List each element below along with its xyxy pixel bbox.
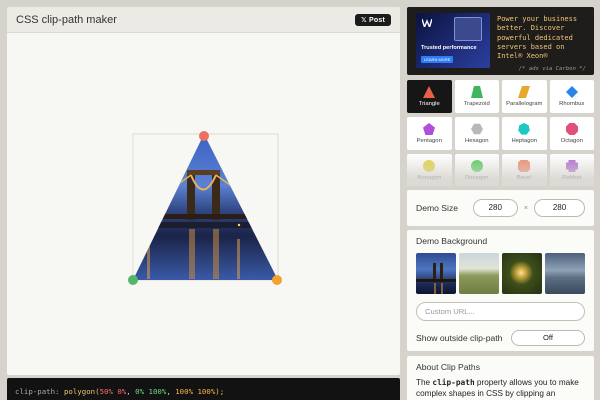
show-outside-label: Show outside clip-path: [416, 333, 503, 343]
shape-parallelogram-button[interactable]: Parallelogram: [502, 80, 547, 113]
shape-hexagon-button[interactable]: Hexagon: [454, 117, 499, 150]
bridge-thumb-art: [416, 263, 456, 294]
demo-size-panel: Demo Size 280 × 280: [407, 190, 594, 226]
code-function: polygon(: [63, 387, 100, 396]
ad-text[interactable]: Power your business better. Discover pow…: [497, 15, 592, 61]
post-button[interactable]: 𝕏 Post: [355, 13, 391, 26]
code-point-3: 100% 100%: [175, 387, 216, 396]
background-thumb-sea[interactable]: [545, 253, 585, 294]
shape-heptagon-button[interactable]: Heptagon: [502, 117, 547, 150]
code-sep-2: ,: [166, 387, 176, 396]
shape-label: Trapezoid: [463, 101, 490, 107]
app-title: CSS clip-path maker: [16, 13, 117, 26]
shape-bevel-button[interactable]: Bevel: [502, 154, 547, 186]
code-point-2: 0% 100%: [135, 387, 167, 396]
css-output[interactable]: clip-path: polygon(50% 0%, 0% 100%, 100%…: [7, 378, 400, 400]
shape-label: Decagon: [464, 175, 489, 181]
shape-label: Heptagon: [511, 138, 538, 144]
background-thumb-sparkler[interactable]: [502, 253, 542, 294]
shape-rhombus-button[interactable]: Rhombus: [549, 80, 594, 113]
ad-logo-icon: [422, 19, 432, 27]
demo-height-input[interactable]: 280: [534, 199, 585, 217]
ad-via[interactable]: /* ads via Carbon */: [519, 66, 586, 72]
shape-label: Triangle: [418, 101, 440, 107]
shape-label: Rabbet: [562, 175, 582, 181]
clip-canvas: [7, 34, 400, 375]
post-button-label: Post: [369, 16, 385, 24]
about-title: About Clip Paths: [416, 362, 481, 372]
demo-size-label: Demo Size: [416, 203, 459, 213]
point-top-handle[interactable]: [199, 131, 209, 141]
chip-icon: [454, 17, 482, 41]
show-outside-row: Show outside clip-path Off: [416, 330, 585, 346]
editor-panel: CSS clip-path maker 𝕏 Post: [7, 7, 400, 375]
demo-background-panel: Demo Background Custom URL... Show outsi…: [407, 230, 594, 351]
ad-image[interactable]: Trusted performance LEARN MORE: [416, 13, 490, 68]
about-text: The clip-path property allows you to mak…: [416, 377, 585, 400]
shape-label: Bevel: [516, 175, 532, 181]
show-outside-toggle[interactable]: Off: [511, 330, 585, 346]
custom-url-input[interactable]: Custom URL...: [416, 302, 585, 321]
octagon-icon: [565, 123, 578, 135]
decagon-icon: [470, 160, 483, 172]
demo-width-input[interactable]: 280: [472, 199, 518, 217]
x-logo-icon: 𝕏: [361, 16, 370, 24]
about-panel: About Clip Paths The clip-path property …: [407, 356, 594, 400]
code-close: );: [215, 387, 225, 396]
about-text-before: The: [416, 378, 433, 387]
bevel-icon: [518, 160, 531, 172]
editor-header: CSS clip-path maker 𝕏 Post: [7, 7, 400, 33]
rhombus-icon: [565, 86, 578, 98]
carbon-ad[interactable]: Trusted performance LEARN MORE Power you…: [407, 7, 594, 75]
background-thumb-hills[interactable]: [459, 253, 499, 294]
shape-trapezoid-button[interactable]: Trapezoid: [454, 80, 499, 113]
clip-preview: [128, 131, 282, 285]
times-separator: ×: [523, 204, 528, 212]
demo-background-label: Demo Background: [416, 236, 488, 246]
shape-label: Nonagon: [417, 175, 442, 181]
ad-image-caption: Trusted performance: [421, 45, 477, 51]
heptagon-icon: [518, 123, 531, 135]
background-thumb-bridge[interactable]: [416, 253, 456, 294]
rabbet-icon: [565, 160, 578, 172]
clipped-image: [133, 134, 278, 280]
nonagon-icon: [423, 160, 436, 172]
triangle-icon: [423, 86, 436, 98]
code-sep-1: ,: [126, 387, 136, 396]
shape-decagon-button[interactable]: Decagon: [454, 154, 499, 186]
code-point-1: 50% 0%: [99, 387, 127, 396]
point-right-handle[interactable]: [272, 275, 282, 285]
shape-grid: Triangle Trapezoid Parallelogram Rhombus…: [407, 80, 594, 186]
shape-label: Pentagon: [416, 138, 442, 144]
pentagon-icon: [423, 123, 436, 135]
shape-nonagon-button[interactable]: Nonagon: [407, 154, 452, 186]
shape-octagon-button[interactable]: Octagon: [549, 117, 594, 150]
point-left-handle[interactable]: [128, 275, 138, 285]
hexagon-icon: [470, 123, 483, 135]
code-property: clip-path:: [15, 387, 60, 396]
about-code: clip-path: [432, 378, 475, 387]
shape-label: Octagon: [560, 138, 583, 144]
ad-image-cta: LEARN MORE: [421, 56, 454, 63]
shape-label: Parallelogram: [506, 101, 543, 107]
trapezoid-icon: [470, 86, 483, 98]
background-thumbnails: [416, 253, 585, 294]
shape-label: Rhombus: [559, 101, 585, 107]
shape-pentagon-button[interactable]: Pentagon: [407, 117, 452, 150]
shape-label: Hexagon: [464, 138, 489, 144]
shape-rabbet-button[interactable]: Rabbet: [549, 154, 594, 186]
shape-triangle-button[interactable]: Triangle: [407, 80, 452, 113]
parallelogram-icon: [518, 86, 531, 98]
